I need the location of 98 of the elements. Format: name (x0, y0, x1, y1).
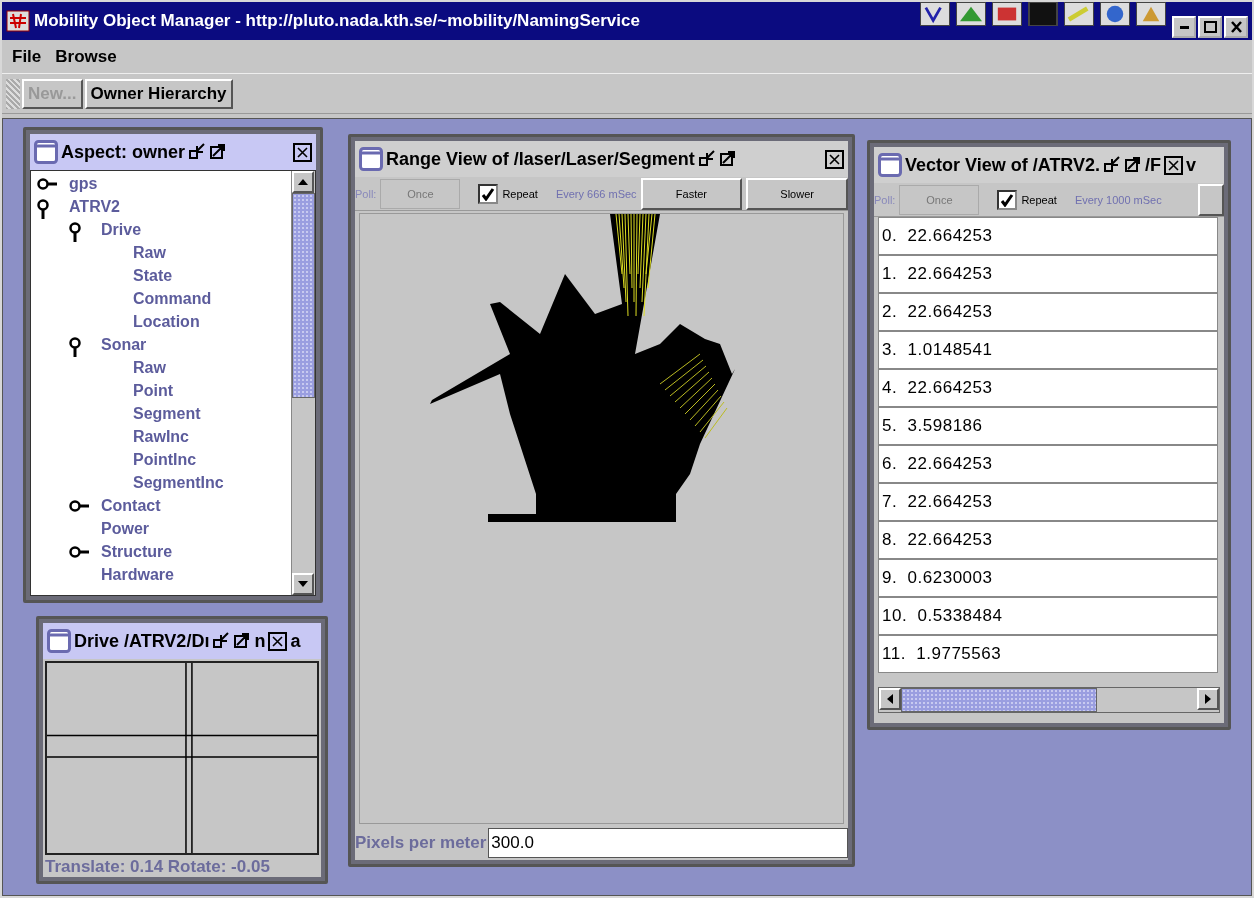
repeat-label: Repeat (502, 187, 538, 200)
tree-item[interactable]: State (133, 266, 173, 285)
poll-button[interactable] (1198, 183, 1224, 216)
tree-item[interactable]: Location (133, 312, 200, 331)
value-row[interactable]: 2. 22.664253 (878, 293, 1218, 331)
value-row[interactable]: 7. 22.664253 (878, 483, 1218, 521)
value-row[interactable]: 1. 22.664253 (878, 255, 1218, 293)
scroll-thumb[interactable] (292, 193, 315, 398)
menu-item[interactable]: File (12, 46, 42, 67)
tree-item[interactable]: Drive (101, 220, 142, 239)
close-icon (1230, 21, 1242, 33)
window-icon (47, 629, 71, 653)
close-icon[interactable] (268, 631, 288, 651)
interval-label: Every 666 mSec (555, 187, 637, 200)
scroll-down-button[interactable] (292, 573, 314, 595)
title-fragment: /F (1145, 154, 1162, 176)
title-fragment: v (1186, 154, 1197, 176)
minimize-icon[interactable] (188, 143, 207, 161)
app-icon[interactable] (1064, 2, 1094, 26)
interval-label: Every 1000 mSec (1074, 193, 1162, 206)
close-icon[interactable] (1164, 155, 1184, 175)
repeat-checkbox[interactable] (478, 183, 499, 204)
tree-item[interactable]: Raw (133, 243, 166, 262)
value-row[interactable]: 9. 0.6230003 (878, 559, 1218, 597)
close-icon[interactable] (293, 142, 312, 162)
drive-pad-drawing[interactable] (45, 661, 319, 855)
title-fragment: n (254, 630, 266, 652)
tree-item[interactable]: PointInc (133, 450, 197, 469)
tree-item[interactable]: Segment (133, 404, 201, 423)
speed-button[interactable]: Faster (640, 177, 743, 210)
scroll-left-button[interactable] (879, 688, 901, 710)
tree-item[interactable]: Command (133, 289, 212, 308)
minimize-button[interactable] (1172, 16, 1196, 38)
minimize-icon (1179, 25, 1189, 29)
tree-item[interactable]: Contact (101, 496, 161, 515)
menu-item[interactable]: Browse (55, 46, 117, 67)
scroll-thumb[interactable] (901, 688, 1097, 712)
app-icon[interactable] (1136, 2, 1166, 26)
tree-item[interactable]: Power (101, 519, 149, 538)
value-row[interactable]: 6. 22.664253 (878, 445, 1218, 483)
app-icon[interactable] (992, 2, 1022, 26)
value-row[interactable]: 10. 0.5338484 (878, 597, 1218, 635)
down-arrow-icon (297, 580, 309, 588)
window-title: Mobility Object Manager - http://pluto.nada.kth.se/~mobility/NamingService (34, 11, 640, 31)
value-row[interactable]: 0. 22.664253 (878, 217, 1218, 255)
value-row[interactable]: 3. 1.0148541 (878, 331, 1218, 369)
tree-item[interactable]: Point (133, 381, 173, 400)
maximize-icon[interactable] (233, 632, 252, 650)
tree-item[interactable]: SegmentInc (133, 473, 224, 492)
frame-title: Range View of /laser/Laser/Segment (386, 148, 695, 170)
title-fragment: a (290, 630, 301, 652)
maximize-button[interactable] (1198, 16, 1222, 38)
value-row[interactable]: 4. 22.664253 (878, 369, 1218, 407)
value-row[interactable]: 8. 22.664253 (878, 521, 1218, 559)
value-row[interactable]: 11. 1.9775563 (878, 635, 1218, 673)
maximize-icon[interactable] (1124, 156, 1143, 174)
tree-item[interactable]: ATRV2 (69, 197, 120, 216)
minimize-icon[interactable] (212, 632, 231, 650)
scroll-up-button[interactable] (292, 171, 314, 193)
minimize-icon[interactable] (1103, 156, 1122, 174)
tree-item[interactable]: RawInc (133, 427, 189, 446)
tree-item[interactable]: Sonar (101, 335, 147, 354)
speed-button[interactable]: Slower (746, 177, 848, 210)
close-icon[interactable] (825, 149, 844, 169)
app-icon[interactable] (1100, 2, 1130, 26)
tree-item[interactable]: Raw (133, 358, 166, 377)
frame-title: Drive /ATRV2/Dı (74, 630, 210, 652)
poll-label: Poll: (355, 187, 377, 200)
poll-label: Poll: (874, 193, 896, 206)
tree-item[interactable]: gps (69, 174, 98, 193)
repeat-checkbox[interactable] (997, 189, 1018, 210)
tree-item[interactable]: Structure (101, 542, 173, 561)
value-row[interactable]: 5. 3.598186 (878, 407, 1218, 445)
scale-label: Pixels per meter (355, 833, 487, 853)
right-arrow-icon (1204, 693, 1212, 705)
window-icon (359, 147, 383, 171)
toolbar-button[interactable]: Owner Hierarchy (84, 78, 233, 109)
left-arrow-icon (886, 693, 894, 705)
app-logo-icon (6, 10, 30, 32)
frame-title: Vector View of /ATRV2. (905, 154, 1101, 176)
close-button[interactable] (1224, 16, 1248, 38)
maximize-icon (1203, 21, 1217, 33)
tree-item[interactable]: Hardware (101, 565, 174, 584)
scale-field[interactable]: 300.0 (488, 828, 848, 858)
frame-title: Aspect: owner (61, 141, 186, 163)
app-icon[interactable] (956, 2, 986, 26)
maximize-icon[interactable] (209, 143, 228, 161)
minimize-icon[interactable] (697, 150, 716, 168)
repeat-label: Repeat (1021, 193, 1057, 206)
horizontal-scrollbar[interactable] (878, 687, 1220, 713)
scroll-right-button[interactable] (1197, 688, 1219, 710)
app-icon[interactable] (920, 2, 950, 26)
window-icon (34, 140, 58, 164)
up-arrow-icon (297, 178, 309, 186)
toolbar-grip[interactable] (6, 78, 20, 109)
maximize-icon[interactable] (718, 150, 737, 168)
drive-status: Translate: 0.14 Rotate: -0.05 (44, 857, 271, 877)
window-icon (878, 153, 902, 177)
